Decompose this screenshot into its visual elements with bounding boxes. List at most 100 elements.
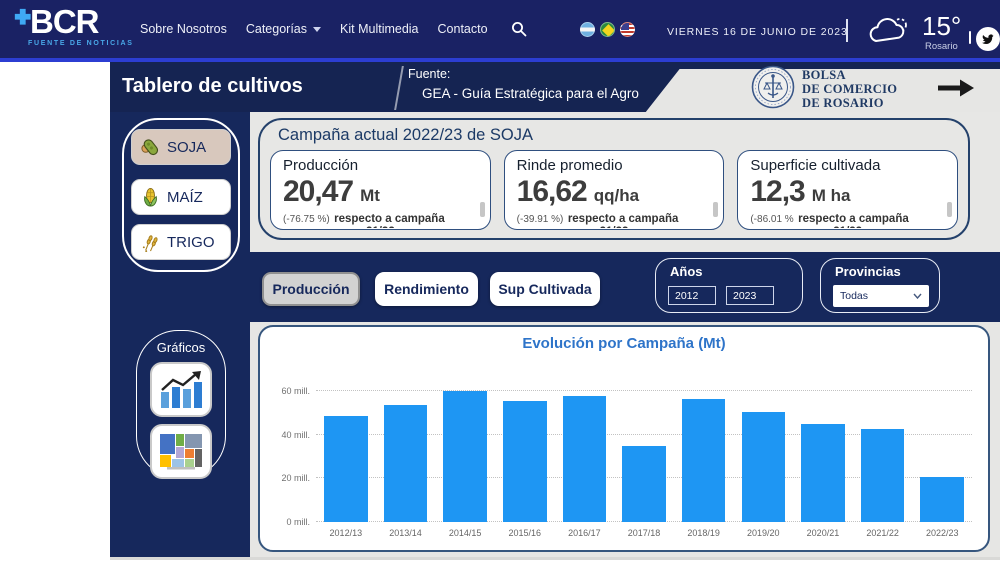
- nav-item-kit-multimedia[interactable]: Kit Multimedia: [340, 22, 419, 36]
- crop-dashboard: Tablero de cultivos Fuente: GEA - Guía E…: [110, 62, 1000, 557]
- org-line: BOLSA: [802, 69, 897, 83]
- bar-slot: [376, 369, 436, 522]
- arrow-right-icon: [936, 77, 976, 99]
- bar-2021/22[interactable]: [861, 429, 905, 522]
- year-from-input[interactable]: 2012: [668, 286, 716, 305]
- bar-2018/19[interactable]: [682, 399, 726, 522]
- years-filter: Años 2012 2023: [655, 258, 803, 313]
- crop-label: TRIGO: [167, 234, 215, 251]
- bar-2016/17[interactable]: [563, 396, 607, 522]
- bar-slot: [495, 369, 555, 522]
- chart-x-axis: 2012/132013/142014/152015/162016/172017/…: [316, 528, 972, 542]
- top-navbar: BCR FUENTE DE NOTICIAS Sobre Nosotros Ca…: [0, 0, 1000, 58]
- x-tick-label: 2013/14: [376, 528, 436, 542]
- source-label: Fuente:: [408, 67, 450, 81]
- wheat-icon: [140, 232, 161, 253]
- card-scrollbar[interactable]: [480, 202, 485, 217]
- kpi-delta-row: (-39.91 %) respecto a campaña 21/22: [517, 211, 712, 228]
- bar-slot: [733, 369, 793, 522]
- logo-tagline: FUENTE DE NOTICIAS: [28, 40, 134, 47]
- nav-item-label: Categorías: [246, 22, 307, 36]
- argentina-flag-icon[interactable]: [580, 22, 595, 37]
- x-tick-label: 2019/20: [733, 528, 793, 542]
- kpi-delta: (-39.91 %): [517, 214, 564, 225]
- language-flags: [580, 22, 635, 37]
- x-tick-label: 2012/13: [316, 528, 376, 542]
- year-to-input[interactable]: 2023: [726, 286, 774, 305]
- bar-slot: [316, 369, 376, 522]
- metric-button-label: Producción: [272, 281, 349, 297]
- nav-item-categorias[interactable]: Categorías: [246, 22, 321, 36]
- search-icon: [511, 21, 527, 37]
- bar-2012/13[interactable]: [324, 416, 368, 522]
- org-name: BOLSA DE COMERCIO DE ROSARIO: [802, 69, 897, 110]
- x-tick-label: 2018/19: [674, 528, 734, 542]
- y-tick-label: 20 mill.: [266, 473, 310, 483]
- bar-slot: [614, 369, 674, 522]
- nav-item-label: Kit Multimedia: [340, 22, 419, 36]
- corn-icon: [140, 187, 161, 208]
- card-scrollbar[interactable]: [713, 202, 718, 217]
- next-arrow-button[interactable]: [936, 77, 976, 104]
- crop-button-maiz[interactable]: MAÍZ: [131, 179, 231, 215]
- kpi-note2: 21/22: [283, 226, 478, 228]
- provinces-dropdown[interactable]: Todas: [833, 285, 929, 307]
- chevron-down-icon: [313, 27, 321, 32]
- trend-bar-chart-icon: [158, 370, 204, 410]
- x-tick-label: 2022/23: [912, 528, 972, 542]
- provinces-filter: Provincias Todas: [820, 258, 940, 313]
- y-tick-label: 60 mill.: [266, 386, 310, 396]
- kpi-note2: 21/22: [750, 226, 945, 228]
- crop-selector-panel: SOJA MAÍZ: [122, 118, 240, 272]
- y-tick-label: 0 mill.: [266, 517, 310, 527]
- metric-button-produccion[interactable]: Producción: [262, 272, 360, 306]
- crop-label: SOJA: [167, 139, 206, 156]
- usa-flag-icon[interactable]: [620, 22, 635, 37]
- bar-slot: [793, 369, 853, 522]
- bar-2020/21[interactable]: [801, 424, 845, 522]
- nav-item-sobre-nosotros[interactable]: Sobre Nosotros: [140, 22, 227, 36]
- kpi-value: 12,3: [750, 175, 804, 209]
- bcr-logo[interactable]: BCR FUENTE DE NOTICIAS: [14, 5, 134, 47]
- x-tick-label: 2020/21: [793, 528, 853, 542]
- bar-slot: [555, 369, 615, 522]
- kpi-label: Producción: [283, 157, 478, 174]
- kpi-value: 16,62: [517, 175, 587, 209]
- bar-2014/15[interactable]: [443, 391, 487, 522]
- search-button[interactable]: [511, 21, 527, 37]
- kpi-note: respecto a campaña: [798, 213, 909, 225]
- bar-2017/18[interactable]: [622, 446, 666, 523]
- charts-panel-label: Gráficos: [137, 340, 225, 355]
- twitter-icon: [982, 34, 995, 45]
- twitter-button[interactable]: [976, 27, 1000, 51]
- x-tick-label: 2016/17: [555, 528, 615, 542]
- social-divider: [969, 31, 971, 44]
- bar-2015/16[interactable]: [503, 401, 547, 522]
- metric-button-rendimiento[interactable]: Rendimiento: [375, 272, 478, 306]
- kpi-note2: 21/22: [517, 226, 712, 228]
- bar-chart-view-button[interactable]: [150, 362, 212, 417]
- x-tick-label: 2017/18: [614, 528, 674, 542]
- weather-city: Rosario: [925, 41, 958, 52]
- card-scrollbar[interactable]: [947, 202, 952, 217]
- kpi-unit: Mt: [360, 186, 380, 206]
- bar-slot: [435, 369, 495, 522]
- kpi-delta-row: (-86.01 % respecto a campaña 21/22: [750, 211, 945, 228]
- bar-slot: [674, 369, 734, 522]
- crop-label: MAÍZ: [167, 189, 203, 206]
- page-title: Tablero de cultivos: [122, 75, 303, 98]
- bar-2019/20[interactable]: [742, 412, 786, 522]
- kpi-delta-row: (-76.75 %) respecto a campaña 21/22: [283, 211, 478, 228]
- crop-button-trigo[interactable]: TRIGO: [131, 224, 231, 260]
- soybean-icon: [140, 137, 161, 158]
- x-tick-label: 2021/22: [853, 528, 913, 542]
- crop-button-soja[interactable]: SOJA: [131, 129, 231, 165]
- brazil-flag-icon[interactable]: [600, 22, 615, 37]
- treemap-view-button[interactable]: [150, 424, 212, 479]
- cloud-sun-icon: [864, 14, 914, 53]
- bar-2022/23[interactable]: [920, 477, 964, 522]
- x-tick-label: 2014/15: [435, 528, 495, 542]
- metric-button-sup-cultivada[interactable]: Sup Cultivada: [490, 272, 600, 306]
- nav-item-contacto[interactable]: Contacto: [438, 22, 488, 36]
- bar-2013/14[interactable]: [384, 405, 428, 522]
